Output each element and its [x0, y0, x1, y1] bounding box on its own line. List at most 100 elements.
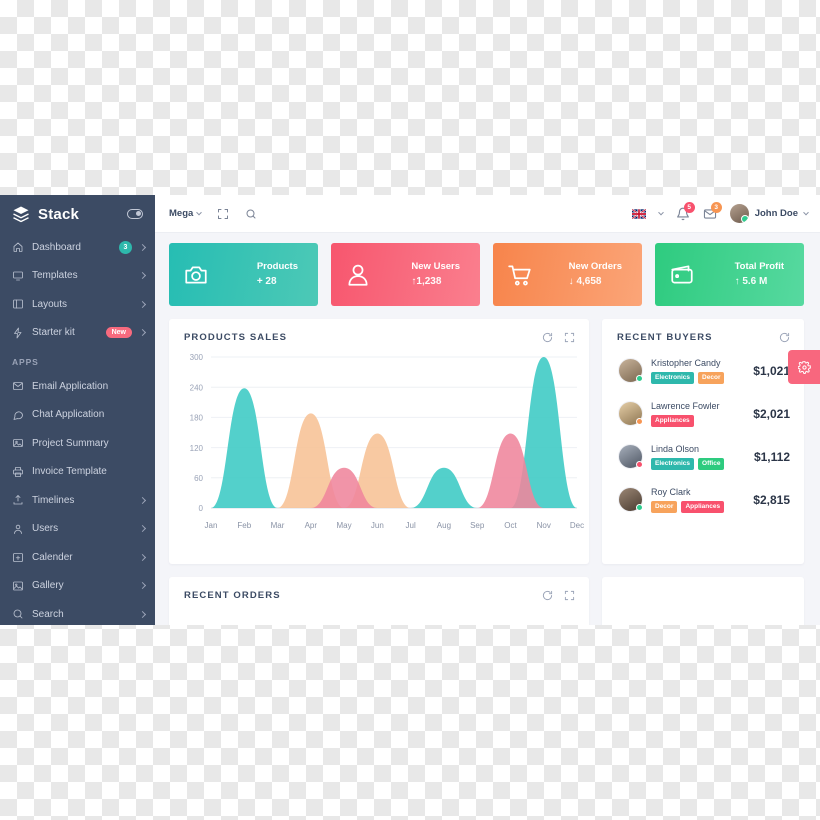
- stat-card-value: + 28: [256, 276, 277, 287]
- avatar: [618, 358, 643, 383]
- buyer-row[interactable]: Lawrence Fowler Appliances $2,021: [602, 392, 804, 435]
- sidebar-item-search[interactable]: Search: [0, 600, 155, 625]
- sidebar-item-starter-kit[interactable]: Starter kit New: [0, 319, 155, 348]
- avatar: [729, 204, 749, 223]
- upload-icon: [13, 495, 23, 505]
- status-badge: [636, 504, 643, 511]
- svg-text:Nov: Nov: [537, 521, 551, 530]
- svg-text:240: 240: [190, 383, 204, 392]
- search-icon[interactable]: [245, 208, 257, 220]
- monitor-icon: [13, 271, 23, 281]
- sidebar-section-apps: APPS: [12, 357, 39, 367]
- dashboard-app: Stack Dashboard 3 Templates Layouts Starter …: [0, 195, 820, 625]
- sidebar-item-label: Users: [32, 523, 59, 535]
- messages-button[interactable]: 3: [703, 201, 722, 221]
- stat-card-value: ↑1,238: [411, 276, 442, 287]
- layers-icon: [13, 206, 29, 223]
- recent-buyers-card: RECENT BUYERS Kristopher Candy Electronic…: [602, 319, 804, 564]
- language-chevron-down-icon[interactable]: [657, 209, 664, 215]
- sidebar-item-label: Calender: [32, 551, 73, 563]
- svg-text:Jun: Jun: [371, 521, 384, 530]
- expand-icon[interactable]: [564, 332, 575, 343]
- buyer-tag: Office: [698, 458, 725, 470]
- buyer-row[interactable]: Linda Olson Electronics Office $1,112: [602, 435, 804, 478]
- sidebar-item-templates[interactable]: Templates: [0, 262, 155, 291]
- sidebar-item-timelines[interactable]: Timelines: [0, 486, 155, 515]
- sidebar-item-users[interactable]: Users: [0, 515, 155, 544]
- sidebar-item-label: Search: [32, 608, 64, 620]
- refresh-icon[interactable]: [542, 590, 553, 601]
- sidebar-item-label: Dashboard: [32, 241, 81, 253]
- svg-text:Mar: Mar: [271, 521, 285, 530]
- sidebar-item-project-summary[interactable]: Project Summary: [0, 429, 155, 458]
- sidebar-item-label: Project Summary: [32, 437, 109, 449]
- products-sales-chart: 0 60 120 180 240 300 Jan Feb Mar Apr May Jun Jul Aug S…: [169, 343, 589, 538]
- camera-icon: [185, 266, 207, 283]
- sidebar-item-invoice-template[interactable]: Invoice Template: [0, 458, 155, 487]
- settings-fab[interactable]: [788, 350, 820, 384]
- buyer-row[interactable]: Kristopher Candy Electronics Decor $1,021: [602, 349, 804, 392]
- sidebar-item-label: Email Application: [32, 380, 109, 392]
- chevron-right-icon: [138, 496, 147, 504]
- sidebar-item-badge: New: [105, 327, 132, 339]
- fullscreen-icon[interactable]: [217, 208, 229, 220]
- refresh-icon[interactable]: [542, 332, 553, 343]
- user-menu[interactable]: John Doe: [729, 204, 809, 223]
- main-content: Products + 28 New Users ↑1,238 New Orders ↓ 4…: [155, 233, 820, 625]
- svg-text:Feb: Feb: [237, 521, 251, 530]
- sidebar-item-layouts[interactable]: Layouts: [0, 290, 155, 319]
- stat-card-new-users[interactable]: New Users ↑1,238: [331, 243, 480, 306]
- stat-card-products[interactable]: Products + 28: [169, 243, 318, 306]
- svg-text:0: 0: [199, 504, 204, 513]
- sidebar-item-calender[interactable]: Calender: [0, 543, 155, 572]
- cart-icon: [508, 264, 531, 286]
- refresh-icon[interactable]: [779, 332, 790, 343]
- recent-orders-title: RECENT ORDERS: [184, 590, 281, 601]
- buyer-tag: Electronics: [651, 458, 695, 470]
- buyer-tag: Appliances: [681, 501, 725, 513]
- chevron-right-icon: [138, 329, 147, 337]
- mega-menu-button[interactable]: Mega: [169, 208, 203, 219]
- expand-icon[interactable]: [564, 590, 575, 601]
- sidebar-toggle-icon[interactable]: [127, 209, 143, 219]
- sidebar-item-email-application[interactable]: Email Application: [0, 372, 155, 401]
- sidebar-item-label: Invoice Template: [32, 466, 107, 478]
- stat-card-total-profit[interactable]: Total Profit ↑ 5.6 M: [655, 243, 804, 306]
- recent-buyers-title: RECENT BUYERS: [617, 332, 713, 343]
- stat-card-title: Products: [256, 261, 298, 272]
- buyer-tag: Decor: [651, 501, 678, 513]
- buyer-tag: Electronics: [651, 372, 695, 384]
- stat-cards-row: Products + 28 New Users ↑1,238 New Orders ↓ 4…: [169, 243, 804, 306]
- sidebar-item-label: Layouts: [32, 298, 68, 310]
- chevron-right-icon: [138, 525, 147, 533]
- brand[interactable]: Stack: [0, 195, 155, 233]
- notifications-badge: 5: [683, 201, 695, 213]
- sidebar-nav-main: Dashboard 3 Templates Layouts Starter kit New: [0, 233, 155, 347]
- buyer-tags: Electronics Office: [651, 458, 746, 470]
- avatar: [618, 487, 643, 512]
- uk-flag-icon[interactable]: [631, 208, 646, 219]
- notifications-button[interactable]: 5: [676, 201, 695, 221]
- svg-text:60: 60: [194, 474, 203, 483]
- stat-card-new-orders[interactable]: New Orders ↓ 4,658: [493, 243, 642, 306]
- buyer-row[interactable]: Roy Clark Decor Appliances $2,815: [602, 478, 804, 521]
- buyer-tag: Appliances: [651, 415, 694, 427]
- svg-text:180: 180: [190, 414, 204, 423]
- chevron-down-icon: [196, 209, 203, 215]
- stat-card-value: ↓ 4,658: [568, 276, 602, 287]
- sidebar-item-gallery[interactable]: Gallery: [0, 572, 155, 601]
- bolt-icon: [14, 327, 22, 339]
- sidebar-item-label: Gallery: [32, 580, 64, 592]
- sidebar-item-chat-application[interactable]: Chat Application: [0, 401, 155, 430]
- chevron-right-icon: [138, 300, 147, 308]
- buyer-tags: Electronics Decor: [651, 372, 745, 384]
- user-name: John Doe: [754, 208, 798, 219]
- user-silhouette-icon: [348, 264, 368, 286]
- brand-name: Stack: [38, 205, 80, 223]
- sidebar-item-dashboard[interactable]: Dashboard 3: [0, 233, 155, 262]
- svg-text:Aug: Aug: [437, 521, 451, 530]
- buyer-name: Lawrence Fowler: [651, 401, 720, 411]
- svg-text:Jan: Jan: [205, 521, 218, 530]
- user-icon: [14, 524, 22, 534]
- sidebar-item-label: Chat Application: [32, 409, 105, 421]
